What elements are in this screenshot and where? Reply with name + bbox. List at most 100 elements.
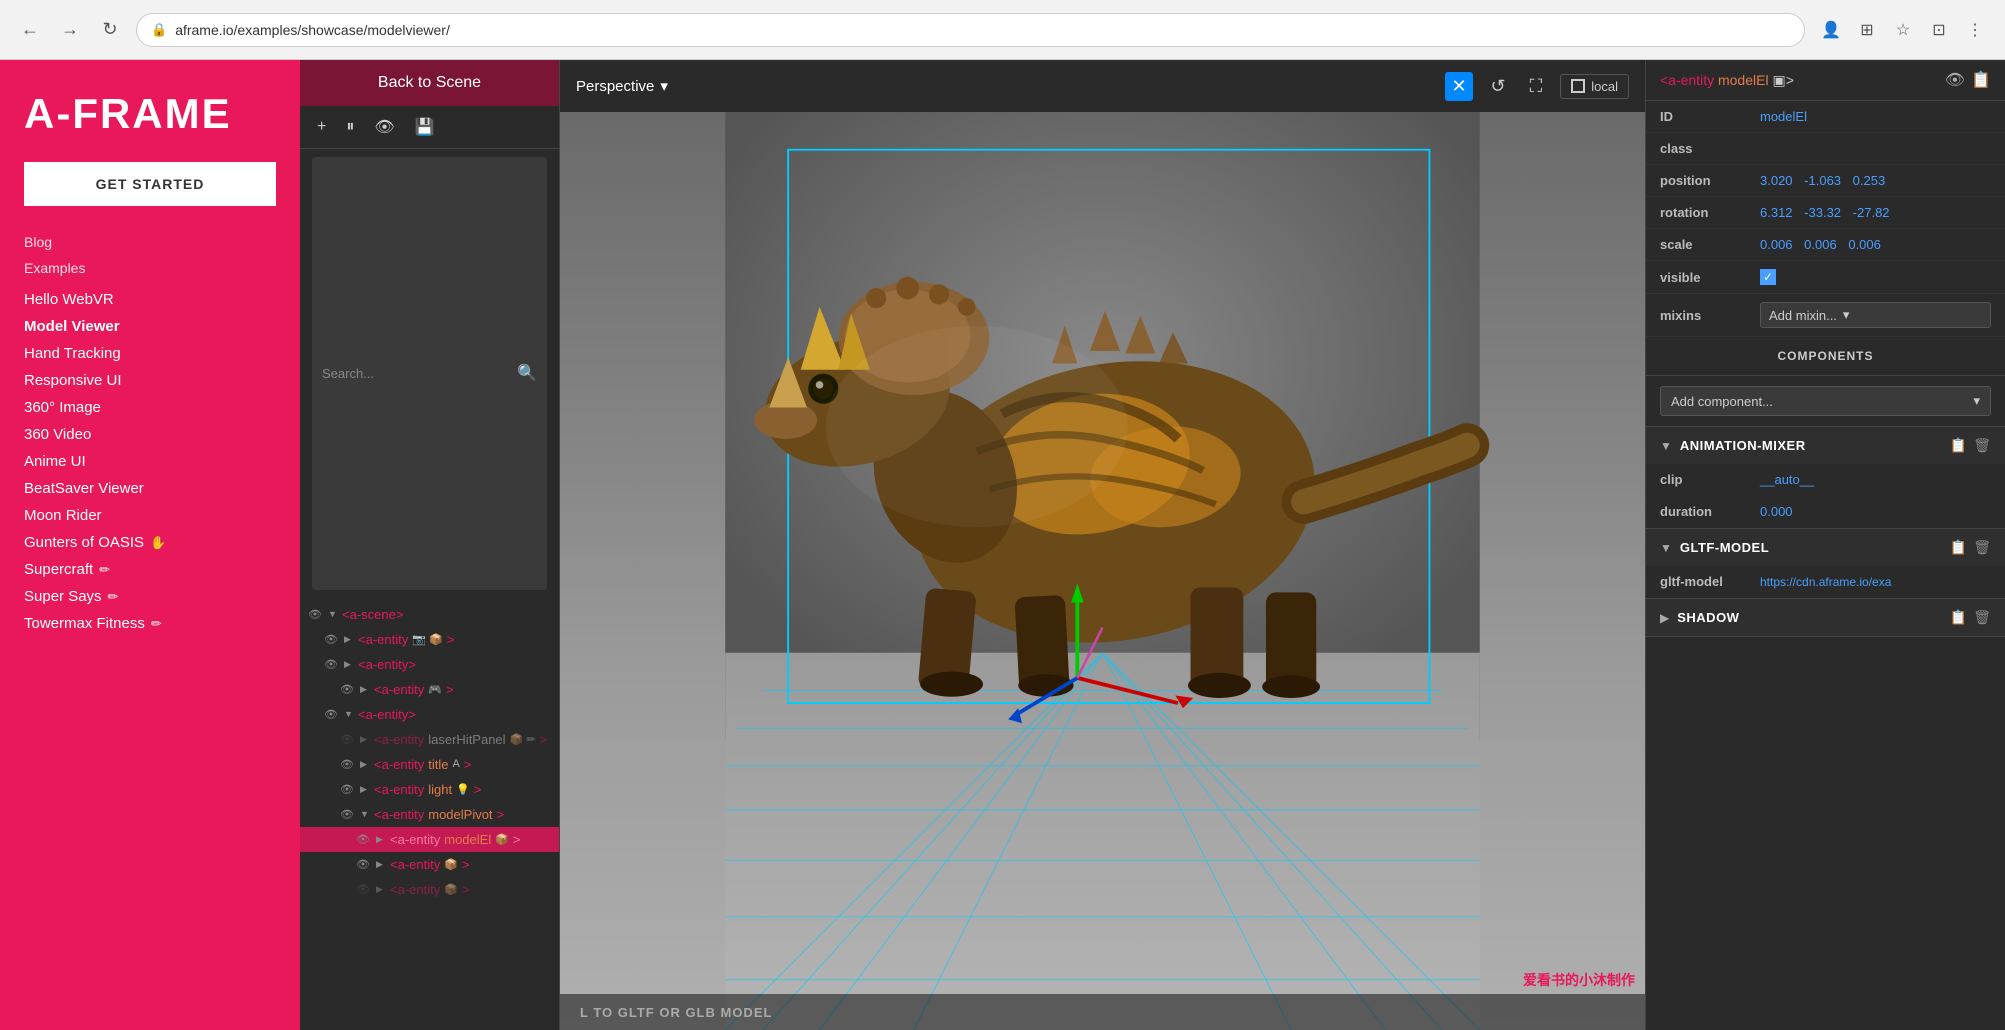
back-to-scene-button[interactable]: Back to Scene [300,60,559,106]
anim-duration-row: duration 0.000 [1646,496,2005,528]
expand-icon-entity3[interactable]: ▼ [344,709,354,719]
sidebar-item-gunters[interactable]: Gunters of OASIS ✋ [24,529,276,556]
blog-link[interactable]: Blog [24,234,276,250]
tree-item-pivot[interactable]: 👁 ▼ <a-entity modelPivot > [300,802,559,827]
expand-icon-sub2[interactable]: ▶ [376,884,386,895]
sidebar-item-hand-tracking[interactable]: Hand Tracking [24,340,276,367]
sidebar-item-super-says[interactable]: Super Says ✏ [24,583,276,610]
translate-icon[interactable]: ⊞ [1853,16,1881,44]
visibility-icon-entity2[interactable]: 👁 [340,683,356,696]
tree-label-sub1: <a-entity [390,857,440,872]
search-input[interactable] [322,366,517,381]
sidebar-item-hello-webvr[interactable]: Hello WebVR [24,286,276,313]
animation-mixer-header[interactable]: ▼ ANIMATION-MIXER 📋 🗑 [1646,427,2005,464]
more-icon[interactable]: ⋮ [1961,16,1989,44]
properties-table: ID modelEl class position 3.020 -1.063 0… [1646,101,2005,337]
tree-label-camera: <a-entity [358,632,408,647]
reload-button[interactable]: ↻ [96,16,124,44]
sidebar-item-moon-rider[interactable]: Moon Rider [24,502,276,529]
sidebar-item-beatsaver[interactable]: BeatSaver Viewer [24,475,276,502]
eye-toggle-props[interactable]: 👁 [1945,70,1965,90]
sidebar-item-model-viewer[interactable]: Model Viewer [24,313,276,340]
sidebar-item-360-video[interactable]: 360 Video [24,421,276,448]
forward-button[interactable]: → [56,16,84,44]
tree-item-ascene[interactable]: 👁 ▼ <a-scene> [300,602,559,627]
visibility-icon-light[interactable]: 👁 [340,783,356,796]
back-button[interactable]: ← [16,16,44,44]
tree-item-entity1[interactable]: 👁 ▶ <a-entity> [300,652,559,677]
expand-icon-light[interactable]: ▶ [360,784,370,795]
expand-icon-entity2[interactable]: ▶ [360,684,370,695]
copy-gltf-button[interactable]: 📋 [1950,539,1967,556]
anim-clip-row: clip __auto__ [1646,464,2005,496]
tree-item-camera[interactable]: 👁 ▶ <a-entity 📷 📦 > [300,627,559,652]
expand-icon-ascene[interactable]: ▼ [328,609,338,619]
visibility-icon-laser[interactable]: 👁 [340,733,356,746]
expand-icon-model-el[interactable]: ▶ [376,834,386,845]
expand-icon-camera[interactable]: ▶ [344,634,354,645]
eye-toggle-button[interactable]: 👁 [369,114,399,140]
aframe-logo: A-FRAME [24,90,276,138]
visibility-icon-sub1[interactable]: 👁 [356,858,372,871]
crosshair-button[interactable]: ✕ [1445,72,1472,101]
sidebar-item-responsive-ui[interactable]: Responsive UI [24,367,276,394]
shadow-component: ▶ SHADOW 📋 🗑 [1646,599,2005,637]
viewport-canvas[interactable]: L TO GLTF OR GLB MODEL 爱看书的小沐制作 [560,112,1645,1030]
tree-item-light[interactable]: 👁 ▶ <a-entity light 💡 > [300,777,559,802]
add-component-select[interactable]: Add component... ▾ [1660,386,1991,416]
tree-item-sub1[interactable]: 👁 ▶ <a-entity 📦 > [300,852,559,877]
save-button[interactable]: 💾 [410,114,440,140]
tree-item-sub2[interactable]: 👁 ▶ <a-entity 📦 > [300,877,559,902]
expand-icon-entity1[interactable]: ▶ [344,659,354,670]
tree-item-entity2[interactable]: 👁 ▶ <a-entity 🎮 > [300,677,559,702]
bookmark-icon[interactable]: ☆ [1889,16,1917,44]
tree-pivot-attr: modelPivot [428,807,492,822]
drop-label: L TO GLTF OR GLB MODEL [580,1005,772,1020]
extensions-icon[interactable]: ⊡ [1925,16,1953,44]
visible-checkbox[interactable]: ✓ [1760,269,1776,285]
visibility-icon-pivot[interactable]: 👁 [340,808,356,821]
prop-position-label: position [1646,165,1746,197]
sidebar-item-supercraft[interactable]: Supercraft ✏ [24,556,276,583]
copy-shadow-button[interactable]: 📋 [1950,609,1967,626]
perspective-button[interactable]: Perspective ▾ [576,77,668,95]
copy-anim-button[interactable]: 📋 [1950,437,1967,454]
tree-item-title[interactable]: 👁 ▶ <a-entity title A > [300,752,559,777]
delete-gltf-button[interactable]: 🗑 [1973,539,1991,556]
mixin-select[interactable]: Add mixin... ▾ [1760,302,1991,328]
fullscreen-button[interactable]: ⛶ [1524,72,1549,101]
visibility-icon-sub2[interactable]: 👁 [356,883,372,896]
visibility-icon-model-el[interactable]: 👁 [356,833,372,846]
sidebar-item-anime-ui[interactable]: Anime UI [24,448,276,475]
sidebar-item-360-image[interactable]: 360° Image [24,394,276,421]
add-entity-button[interactable]: + [312,115,331,139]
address-bar[interactable]: 🔒 aframe.io/examples/showcase/modelviewe… [136,13,1805,47]
expand-icon-pivot[interactable]: ▼ [360,809,370,819]
local-toggle[interactable]: local [1560,74,1629,99]
copy-entity-button[interactable]: 📋 [1971,70,1991,90]
tree-item-laser[interactable]: 👁 ▶ <a-entity laserHitPanel 📦 ✏ > [300,727,559,752]
sidebar-item-towermax[interactable]: Towermax Fitness ✏ [24,610,276,637]
visibility-icon-entity1[interactable]: 👁 [324,658,340,671]
local-square-icon [1571,79,1585,93]
expand-icon-laser[interactable]: ▶ [360,734,370,745]
visibility-icon-entity3[interactable]: 👁 [324,708,340,721]
tree-label-sub1-close: > [462,857,470,872]
shadow-header[interactable]: ▶ SHADOW 📋 🗑 [1646,599,2005,636]
delete-anim-button[interactable]: 🗑 [1973,437,1991,454]
visibility-icon-title[interactable]: 👁 [340,758,356,771]
anim-clip-label: clip [1646,464,1746,496]
tree-item-entity3[interactable]: 👁 ▼ <a-entity> [300,702,559,727]
delete-shadow-button[interactable]: 🗑 [1973,609,1991,626]
expand-icon-sub1[interactable]: ▶ [376,859,386,870]
anim-duration-label: duration [1646,496,1746,528]
pause-button[interactable]: ⏸ [341,115,359,139]
visibility-icon-camera[interactable]: 👁 [324,633,340,646]
visibility-icon-ascene[interactable]: 👁 [308,608,324,621]
get-started-button[interactable]: GET STARTED [24,162,276,206]
expand-icon-title[interactable]: ▶ [360,759,370,770]
gltf-model-header[interactable]: ▼ GLTF-MODEL 📋 🗑 [1646,529,2005,566]
tree-item-model-el[interactable]: 👁 ▶ <a-entity modelEl 📦 > [300,827,559,852]
profile-icon[interactable]: 👤 [1817,16,1845,44]
refresh-button[interactable]: ↺ [1485,72,1512,101]
